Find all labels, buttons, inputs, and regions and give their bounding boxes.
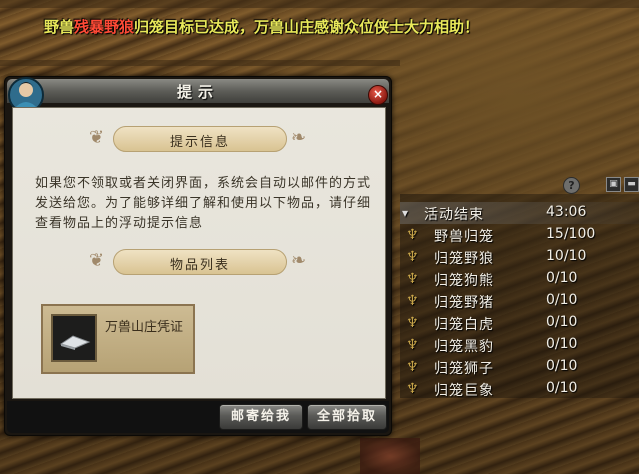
tracker-row-label: 归笼巨象 <box>434 383 494 399</box>
wood-beam <box>0 0 639 8</box>
mail-to-me-button[interactable]: 邮寄给我 <box>219 404 303 430</box>
quest-marker-icon: ♆ <box>406 359 419 375</box>
collapse-icon[interactable]: ▾ <box>402 204 416 222</box>
quest-marker-icon: ♆ <box>406 293 419 309</box>
quest-marker-icon: ♆ <box>406 337 419 353</box>
tracker-row-value: 0/10 <box>546 380 578 396</box>
minimize-icon[interactable]: ▬ <box>624 177 639 192</box>
close-button[interactable]: × <box>368 85 388 105</box>
tracker-row-value: 15/100 <box>546 226 596 242</box>
countdown-timer: 43:06 <box>546 204 587 220</box>
items-section-header: 物品列表 <box>113 249 287 275</box>
take-all-button[interactable]: 全部拾取 <box>307 404 387 430</box>
tracker-row[interactable]: ♆ 归笼黑豹 0/10 <box>400 334 639 356</box>
wood-beam <box>0 60 400 66</box>
message-text: 归笼目标已达成，万兽山庄感谢众位侠士大力相助！ <box>134 18 480 36</box>
tracker-row-value: 0/10 <box>546 270 578 286</box>
ornament-icon: ❦ <box>89 250 105 271</box>
help-button[interactable]: ? <box>563 177 580 194</box>
tracker-row-label: 归笼黑豹 <box>434 339 494 355</box>
info-section-header: 提示信息 <box>113 126 287 152</box>
tracker-controls: ? ▣ ▬ <box>400 172 639 194</box>
tracker-row-label: 归笼野狼 <box>434 251 494 267</box>
tracker-row-label: 归笼野猪 <box>434 295 494 311</box>
ornament-icon: ❧ <box>291 250 307 271</box>
tracker-row[interactable]: ♆ 归笼巨象 0/10 <box>400 378 639 400</box>
tracker-row[interactable]: ♆ 归笼狮子 0/10 <box>400 356 639 378</box>
tracker-header-row[interactable]: ▾ 活动结束 43:06 <box>400 202 639 224</box>
tracker-row-label: 野兽归笼 <box>434 229 494 245</box>
quest-marker-icon: ♆ <box>406 227 419 243</box>
tracker-row[interactable]: ♆ 归笼狗熊 0/10 <box>400 268 639 290</box>
dialog-titlebar[interactable]: 提示 × <box>7 79 389 105</box>
dialog-content-panel: 提示信息 ❦ ❧ 如果您不领取或者关闭界面，系统会自动以邮件的方式发送给您。为了… <box>12 107 386 399</box>
token-icon <box>51 314 97 362</box>
tracker-row[interactable]: ♆ 归笼野猪 0/10 <box>400 290 639 312</box>
info-header-label: 提示信息 <box>169 135 230 150</box>
tracker-row-label: 归笼狮子 <box>434 361 494 377</box>
quest-marker-icon: ♆ <box>406 315 419 331</box>
pin-icon[interactable]: ▣ <box>606 177 621 192</box>
ornament-icon: ❦ <box>89 127 105 148</box>
character-sprite <box>360 438 420 474</box>
items-header-label: 物品列表 <box>169 258 230 273</box>
ornament-icon: ❧ <box>291 127 307 148</box>
reward-item-slot[interactable]: 万兽山庄凭证 <box>41 304 195 374</box>
message-highlight: 残暴野狼 <box>74 18 135 36</box>
dialog-title: 提示 <box>176 83 219 101</box>
tracker-row[interactable]: ♆ 归笼白虎 0/10 <box>400 312 639 334</box>
system-broadcast-message: 野兽残暴野狼归笼目标已达成，万兽山庄感谢众位侠士大力相助！ <box>44 14 479 40</box>
tracker-row-value: 0/10 <box>546 336 578 352</box>
tracker-header-label: 活动结束 <box>424 207 484 223</box>
tracker-row-value: 0/10 <box>546 358 578 374</box>
info-text: 如果您不领取或者关闭界面，系统会自动以邮件的方式发送给您。为了能够详细了解和使用… <box>35 176 372 231</box>
event-tracker: ▾ 活动结束 43:06 ♆ 野兽归笼 15/100 ♆ 归笼野狼 10/10 … <box>400 194 639 399</box>
tracker-row-value: 10/10 <box>546 248 587 264</box>
quest-marker-icon: ♆ <box>406 271 419 287</box>
reward-dialog: 提示 × 提示信息 ❦ ❧ 如果您不领取或者关闭界面，系统会自动以邮件的方式发送… <box>4 76 392 436</box>
quest-marker-icon: ♆ <box>406 381 419 397</box>
tracker-row-label: 归笼白虎 <box>434 317 494 333</box>
item-name: 万兽山庄凭证 <box>105 320 184 335</box>
tracker-row[interactable]: ♆ 野兽归笼 15/100 <box>400 224 639 246</box>
message-text: 野兽 <box>44 18 75 36</box>
tracker-row-value: 0/10 <box>546 314 578 330</box>
quest-marker-icon: ♆ <box>406 249 419 265</box>
tracker-row[interactable]: ♆ 归笼野狼 10/10 <box>400 246 639 268</box>
dialog-button-bar: 邮寄给我 全部拾取 <box>7 401 389 433</box>
tracker-row-label: 归笼狗熊 <box>434 273 494 289</box>
tracker-row-value: 0/10 <box>546 292 578 308</box>
